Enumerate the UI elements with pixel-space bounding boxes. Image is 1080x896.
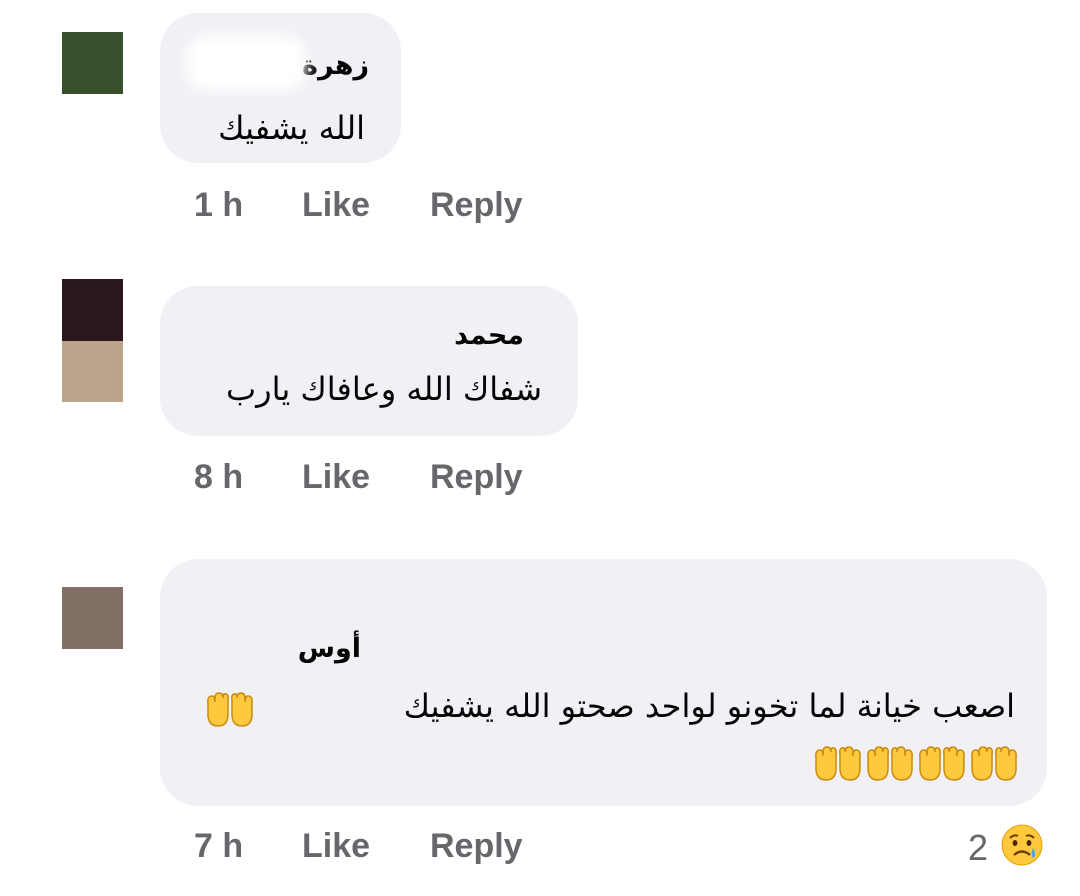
raising-hands-emoji-icon xyxy=(204,692,256,732)
like-button[interactable]: Like xyxy=(302,186,370,225)
reply-button[interactable]: Reply xyxy=(430,458,523,497)
raising-hands-emoji-icon xyxy=(968,746,1020,786)
raising-hands-emoji-icon xyxy=(812,746,864,786)
comment-time[interactable]: 8 h xyxy=(194,458,243,497)
emoji-row-2 xyxy=(796,746,1020,786)
reply-button[interactable]: Reply xyxy=(430,827,523,866)
comment-author[interactable]: أوس xyxy=(298,633,361,664)
like-button[interactable]: Like xyxy=(302,827,370,866)
comment-text: الله يشفيك xyxy=(218,109,365,147)
avatar[interactable] xyxy=(62,32,123,94)
emoji-row-1 xyxy=(200,692,256,732)
comment-time[interactable]: 1 h xyxy=(194,186,243,225)
comment-bubble: محمد شفاك الله وعافاك يارب xyxy=(160,286,578,436)
comment-text: اصعب خيانة لما تخونو لواحد صحتو الله يشف… xyxy=(403,687,1015,725)
avatar[interactable] xyxy=(62,279,123,402)
comment-actions: 8 h Like Reply xyxy=(0,458,1080,518)
comment-time[interactable]: 7 h xyxy=(194,827,243,866)
reply-button[interactable]: Reply xyxy=(430,186,523,225)
comment-bubble: أوس اصعب خيانة لما تخونو لواحد صحتو الله… xyxy=(160,559,1047,806)
blurred-name-area xyxy=(186,35,306,91)
comment-actions: 1 h Like Reply xyxy=(0,186,1080,246)
comment-text: شفاك الله وعافاك يارب xyxy=(226,370,542,408)
raising-hands-emoji-icon xyxy=(916,746,968,786)
comment-bubble: زهرة الله يشفيك xyxy=(160,13,401,163)
raising-hands-emoji-icon xyxy=(864,746,916,786)
reaction-summary[interactable]: 2 xyxy=(968,822,1048,870)
comment-author[interactable]: محمد xyxy=(454,320,524,351)
avatar[interactable] xyxy=(62,587,123,649)
comment-author[interactable]: زهرة xyxy=(302,50,369,81)
comment-actions: 7 h Like Reply xyxy=(0,827,1080,887)
like-button[interactable]: Like xyxy=(302,458,370,497)
reaction-count: 2 xyxy=(968,827,989,868)
sad-face-icon xyxy=(1000,823,1044,867)
